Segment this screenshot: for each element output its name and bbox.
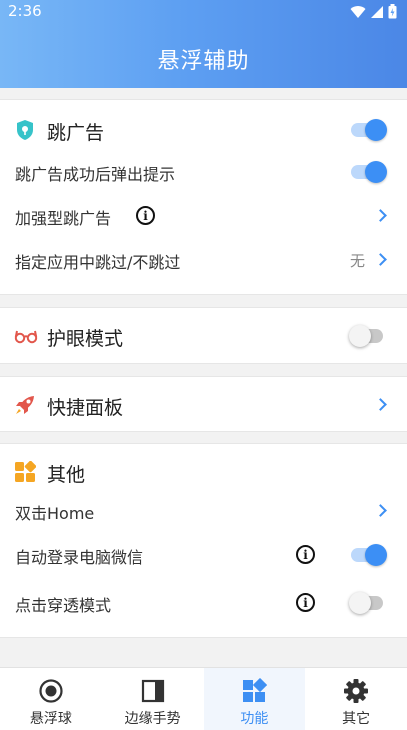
info-icon[interactable]: i bbox=[136, 206, 155, 225]
function-icon bbox=[243, 678, 268, 702]
skip-ads-toast-row: 跳广告成功后弹出提示 bbox=[0, 156, 407, 188]
auto-login-wechat-row: 自动登录电脑微信 i bbox=[0, 539, 407, 571]
chevron-right-icon bbox=[374, 209, 387, 222]
tab-label: 悬浮球 bbox=[29, 711, 72, 727]
eye-mode-card: 护眼模式 bbox=[0, 307, 407, 364]
quick-panel-card[interactable]: 快捷面板 bbox=[0, 376, 407, 432]
click-through-row: 点击穿透模式 i bbox=[0, 587, 407, 619]
rocket-icon bbox=[16, 396, 34, 414]
eye-mode-toggle[interactable] bbox=[349, 322, 389, 350]
page-title: 悬浮辅助 bbox=[157, 49, 250, 74]
chevron-right-icon bbox=[374, 398, 387, 411]
click-through-toggle[interactable] bbox=[349, 589, 389, 617]
auto-login-wechat-label: 自动登录电脑微信 bbox=[15, 548, 144, 567]
skip-ads-toast-toggle[interactable] bbox=[349, 158, 389, 186]
app-skip-rules-value: 无 bbox=[349, 252, 365, 270]
other-card: 其他 双击Home 自动登录电脑微信 i 点击穿透模式 i bbox=[0, 443, 407, 638]
info-icon[interactable]: i bbox=[296, 545, 315, 564]
info-icon[interactable]: i bbox=[296, 593, 315, 612]
enhanced-skip-ads-row[interactable]: 加强型跳广告 i bbox=[0, 200, 407, 232]
skip-ads-header: 跳广告 bbox=[0, 112, 407, 148]
tab-function[interactable]: 功能 bbox=[203, 668, 306, 730]
eye-mode-title: 护眼模式 bbox=[47, 328, 124, 350]
wifi-icon bbox=[350, 5, 366, 18]
double-click-home-row[interactable]: 双击Home bbox=[0, 495, 407, 527]
status-bar: 2:36 bbox=[0, 0, 407, 24]
enhanced-skip-ads-label: 加强型跳广告 bbox=[15, 209, 112, 228]
tab-edge-gesture[interactable]: 边缘手势 bbox=[102, 668, 204, 730]
skip-ads-toast-label: 跳广告成功后弹出提示 bbox=[15, 165, 176, 184]
status-icons bbox=[350, 4, 397, 19]
shield-icon bbox=[17, 120, 33, 140]
chevron-right-icon bbox=[374, 504, 387, 517]
floating-ball-icon bbox=[39, 679, 63, 703]
app-skip-rules-label: 指定应用中跳过/不跳过 bbox=[15, 253, 181, 272]
quick-panel-title: 快捷面板 bbox=[47, 397, 124, 419]
double-click-home-label: 双击Home bbox=[15, 504, 95, 523]
glasses-icon bbox=[14, 330, 38, 344]
auto-login-wechat-toggle[interactable] bbox=[349, 541, 389, 569]
tab-label: 其它 bbox=[342, 711, 371, 727]
apps-grid-icon bbox=[15, 461, 36, 482]
skip-ads-card: 跳广告 跳广告成功后弹出提示 加强型跳广告 i 指定应用中跳过/不跳过 无 bbox=[0, 99, 407, 295]
click-through-label: 点击穿透模式 bbox=[15, 596, 112, 615]
skip-ads-title: 跳广告 bbox=[47, 122, 105, 144]
skip-ads-toggle[interactable] bbox=[349, 116, 389, 144]
status-time: 2:36 bbox=[8, 2, 42, 20]
other-title: 其他 bbox=[47, 464, 86, 486]
edge-gesture-icon bbox=[141, 679, 164, 703]
tab-label: 功能 bbox=[240, 711, 269, 727]
chevron-right-icon bbox=[374, 253, 387, 266]
tab-label: 边缘手势 bbox=[124, 711, 181, 727]
app-skip-rules-row[interactable]: 指定应用中跳过/不跳过 无 bbox=[0, 244, 407, 276]
tab-floating-ball[interactable]: 悬浮球 bbox=[0, 668, 102, 730]
gear-icon bbox=[344, 679, 369, 703]
bottom-tab-bar: 悬浮球 边缘手势 功能 其它 bbox=[0, 667, 407, 730]
app-header: 2:36 悬浮辅助 bbox=[0, 0, 407, 88]
signal-icon bbox=[371, 5, 383, 18]
battery-icon bbox=[388, 4, 397, 19]
tab-other[interactable]: 其它 bbox=[305, 668, 407, 730]
